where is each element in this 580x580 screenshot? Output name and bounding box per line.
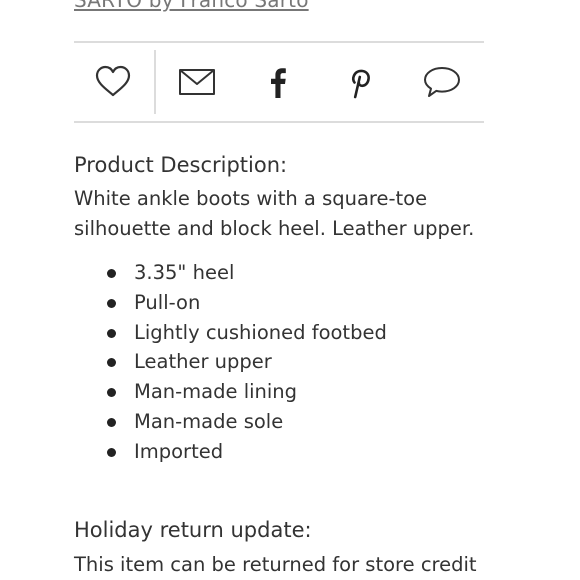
feature-text: Pull-on [134,290,201,314]
comment-icon[interactable] [423,64,461,100]
brand-link[interactable]: SARTO by Franco Sarto [74,0,309,12]
bullet-icon [107,298,116,308]
description-line: silhouette and block heel. Leather upper… [74,217,475,240]
feature-list: 3.35" heel Pull-on Lightly cushioned foo… [104,258,387,467]
holiday-return-text: This item can be returned for store cred… [74,553,477,576]
pinterest-icon[interactable] [340,64,378,100]
holiday-return-title: Holiday return update: [74,518,312,542]
product-description-text: White ankle boots with a square-toe silh… [74,184,494,244]
list-item: Man-made sole [104,407,387,437]
bullet-icon [107,447,116,457]
description-line: White ankle boots with a square-toe [74,187,428,210]
list-item: Pull-on [104,288,387,318]
feature-text: 3.35" heel [134,261,235,284]
facebook-icon[interactable] [259,64,297,100]
feature-text: Leather upper [134,350,272,374]
bullet-icon [107,388,116,398]
bullet-icon [107,358,116,368]
bullet-icon [107,328,116,338]
mail-icon[interactable] [178,64,216,100]
list-item: Imported [104,437,387,467]
feature-text: Man-made lining [134,380,298,404]
list-item: 3.35" heel [104,258,387,288]
share-bar [74,41,484,123]
feature-text: Lightly cushioned footbed [134,320,387,344]
feature-text: Man-made sole [134,409,284,433]
list-item: Lightly cushioned footbed [104,318,387,348]
bullet-icon [107,417,116,427]
heart-icon[interactable] [94,64,132,100]
bullet-icon [107,269,116,278]
product-description-title: Product Description: [74,153,288,177]
feature-text: Imported [134,439,224,463]
share-divider [154,50,156,114]
list-item: Leather upper [104,347,387,377]
list-item: Man-made lining [104,377,387,407]
